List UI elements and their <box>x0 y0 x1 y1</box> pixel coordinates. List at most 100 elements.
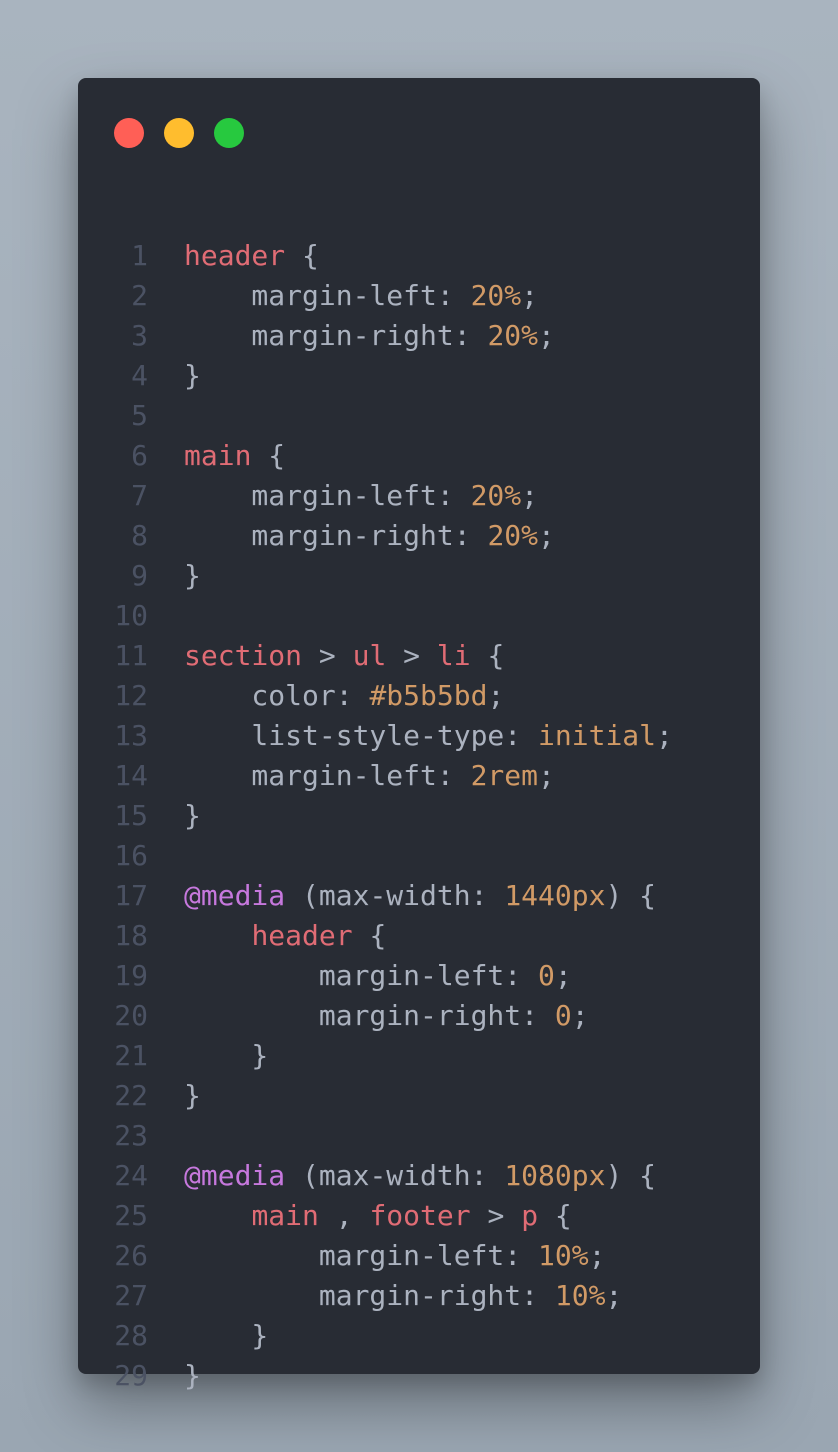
code-token: ; <box>588 1239 606 1272</box>
code-token: ) { <box>605 1159 657 1192</box>
code-line: 15} <box>78 796 760 836</box>
line-number: 29 <box>114 1359 148 1392</box>
code-line: 14 margin-left: 2rem; <box>78 756 760 796</box>
code-line: 18 header { <box>78 916 760 956</box>
code-token: > <box>470 1199 522 1232</box>
code-line: 5 <box>78 396 760 436</box>
code-token: margin-left: <box>184 1239 539 1272</box>
code-line: 25 main , footer > p { <box>78 1196 760 1236</box>
code-line: 16 <box>78 836 760 876</box>
code-token: initial <box>538 719 657 752</box>
code-token: ) { <box>605 879 657 912</box>
line-number: 13 <box>114 719 148 752</box>
code-text: header { <box>184 916 386 956</box>
code-line: 11 section > ul > li { <box>78 636 760 676</box>
code-line: 8 margin-right: 20%; <box>78 516 760 556</box>
code-token: li <box>436 639 471 672</box>
code-token: ; <box>554 959 572 992</box>
code-token: ; <box>571 999 589 1032</box>
code-text: color: #b5b5bd; <box>184 676 504 716</box>
code-token: @media <box>184 1159 286 1192</box>
line-number: 10 <box>114 599 148 632</box>
line-number: 28 <box>114 1319 148 1352</box>
code-line: 19 margin-left: 0; <box>78 956 760 996</box>
code-token: main <box>251 1199 319 1232</box>
line-number: 22 <box>114 1079 148 1112</box>
code-token: ; <box>538 319 555 352</box>
code-text: } <box>184 556 201 596</box>
code-token: , <box>318 1199 370 1232</box>
code-token: ; <box>605 1279 623 1312</box>
line-number: 25 <box>114 1199 148 1232</box>
code-token: > <box>302 639 353 672</box>
code-line: 13 list-style-type: initial; <box>78 716 760 756</box>
line-number: 14 <box>114 759 148 792</box>
code-text: } <box>184 1356 201 1396</box>
code-token: 10% <box>554 1279 606 1312</box>
code-token: } <box>184 1359 201 1392</box>
line-number: 4 <box>131 359 148 392</box>
line-number: 9 <box>131 559 148 592</box>
code-text: } <box>184 1036 268 1076</box>
code-token: ul <box>352 639 387 672</box>
code-window: 1 header { 2 margin-left: 20%; 3 margin-rig… <box>78 78 760 1392</box>
code-line: 23 <box>78 1116 760 1156</box>
code-line: 9} <box>78 556 760 596</box>
code-token: (max-width: <box>285 879 505 912</box>
code-token: } <box>184 1039 269 1072</box>
line-number: 1 <box>131 239 148 272</box>
line-number: 23 <box>114 1119 148 1152</box>
code-token: 0 <box>538 959 555 992</box>
code-token: } <box>184 559 201 592</box>
code-line: 12 color: #b5b5bd; <box>78 676 760 716</box>
line-number: 19 <box>114 959 148 992</box>
code-token: 1080px <box>504 1159 606 1192</box>
code-line: 26 margin-left: 10%; <box>78 1236 760 1276</box>
code-token: margin-left: <box>184 959 539 992</box>
code-line: 27 margin-right: 10%; <box>78 1276 760 1316</box>
code-text: main , footer > p { <box>184 1196 571 1236</box>
code-token: } <box>184 799 201 832</box>
line-number: 7 <box>131 479 148 512</box>
code-token: ; <box>656 719 673 752</box>
code-text: @media (max-width: 1080px) { <box>184 1156 656 1196</box>
minimize-button[interactable] <box>164 118 194 148</box>
maximize-button[interactable] <box>214 118 244 148</box>
line-number: 27 <box>114 1279 148 1312</box>
code-token: ; <box>521 479 539 512</box>
code-text: } <box>184 1316 268 1356</box>
code-token: 0 <box>554 999 572 1032</box>
code-line: 21 } <box>78 1036 760 1076</box>
line-number: 15 <box>114 799 148 832</box>
line-number: 3 <box>131 319 148 352</box>
code-token: header <box>251 919 353 952</box>
code-line: 22} <box>78 1076 760 1116</box>
code-line: 20 margin-right: 0; <box>78 996 760 1036</box>
code-text: margin-right: 20%; <box>184 316 555 356</box>
code-token: 20% <box>487 319 539 352</box>
code-line: 28 } <box>78 1316 760 1356</box>
code-token: margin-left: <box>184 279 471 312</box>
code-text: margin-left: 0; <box>184 956 572 996</box>
line-number: 26 <box>114 1239 148 1272</box>
code-line: 2 margin-left: 20%; <box>78 276 760 316</box>
line-number: 8 <box>131 519 148 552</box>
code-text: margin-right: 10%; <box>184 1276 622 1316</box>
code-token: header <box>184 239 286 272</box>
code-token: 2rem <box>470 759 539 792</box>
code-line: 17 @media (max-width: 1440px) { <box>78 876 760 916</box>
code-token: margin-right: <box>184 1279 555 1312</box>
code-text: section > ul > li { <box>184 636 504 676</box>
code-token: footer <box>369 1199 471 1232</box>
code-line: 4} <box>78 356 760 396</box>
code-line: 29} <box>78 1356 760 1396</box>
code-text: margin-left: 2rem; <box>184 756 554 796</box>
close-button[interactable] <box>114 118 144 148</box>
code-text: @media (max-width: 1440px) { <box>184 876 656 916</box>
code-text: margin-right: 20%; <box>184 516 554 556</box>
code-token: } <box>184 359 201 392</box>
code-token: 1440px <box>504 879 606 912</box>
code-token: color: <box>184 679 370 712</box>
code-text: margin-left: 20%; <box>184 276 538 316</box>
code-token: margin-left: <box>184 759 471 792</box>
